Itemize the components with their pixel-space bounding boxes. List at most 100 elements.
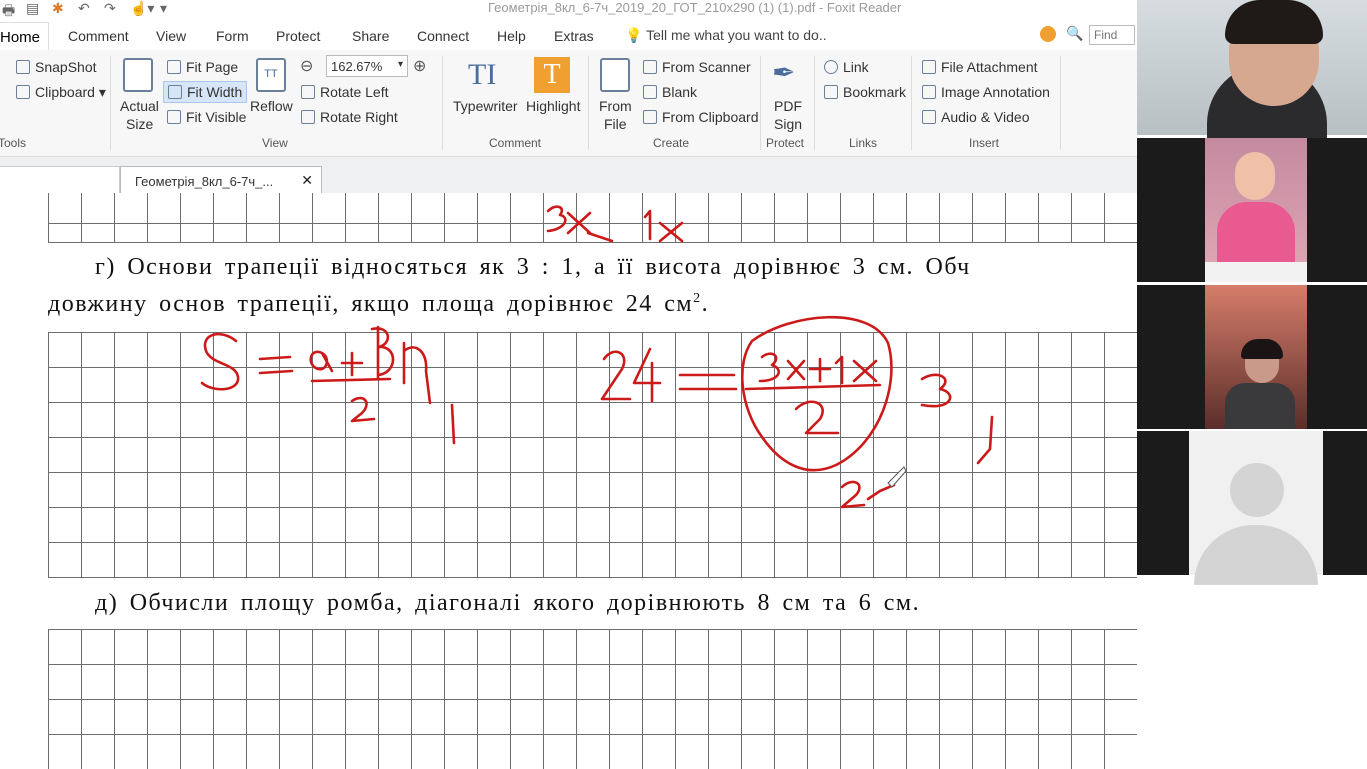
redo-icon[interactable]: ↷ — [104, 0, 116, 17]
bookmark-button[interactable]: Bookmark — [824, 84, 906, 100]
student-1-desk — [1205, 262, 1307, 282]
snapshot-button[interactable]: SnapShot — [16, 59, 97, 75]
heart-icon[interactable] — [1040, 26, 1056, 42]
file-attachment-label: File Attachment — [941, 59, 1038, 75]
fit-visible-button[interactable]: Fit Visible — [167, 109, 246, 125]
avatar-head-icon — [1230, 463, 1284, 517]
search-folder-icon[interactable]: 🔍 — [1066, 25, 1083, 42]
from-clipboard-button[interactable]: From Clipboard — [643, 109, 758, 125]
typewriter-icon: TI — [468, 58, 497, 91]
menu-bar: Home Comment View Form Protect Share Con… — [0, 20, 1137, 55]
student-2-hair — [1241, 339, 1283, 359]
group-comment: Comment — [489, 136, 542, 150]
menu-connect[interactable]: Connect — [417, 28, 469, 44]
menu-extras[interactable]: Extras — [554, 28, 594, 44]
avatar-placeholder — [1189, 431, 1323, 585]
avatar-body-icon — [1194, 525, 1318, 585]
group-tools: Tools — [0, 136, 27, 150]
divider — [911, 56, 912, 150]
fit-width-button[interactable]: Fit Width — [163, 81, 248, 103]
ink-stroke — [834, 355, 844, 385]
new-icon[interactable]: ✱ — [52, 0, 64, 17]
pdf-sign-button[interactable]: PDF — [774, 98, 802, 114]
image-icon — [922, 85, 936, 99]
blank-label: Blank — [662, 84, 698, 100]
save-icon[interactable]: ▤ — [26, 0, 39, 17]
tell-me-label: Tell me what you want to do.. — [646, 27, 827, 43]
ink-stroke — [744, 383, 882, 391]
student-1-body — [1217, 202, 1295, 262]
ink-stroke — [786, 359, 806, 381]
hand-tool-icon[interactable]: ☝▾ — [130, 0, 154, 17]
menu-view[interactable]: View — [156, 28, 186, 44]
ink-stroke — [340, 351, 364, 377]
undo-icon[interactable]: ↶ — [78, 0, 90, 17]
fit-width-label: Fit Width — [187, 84, 243, 100]
tab-document-label: Геометрія_8кл_6-7ч_... — [135, 174, 274, 189]
actual-size-button[interactable]: Actual — [120, 98, 159, 114]
typewriter-button[interactable]: Typewriter — [453, 98, 518, 114]
video-tile-student-2[interactable] — [1137, 285, 1367, 429]
ink-stroke — [758, 352, 781, 383]
fit-page-label: Fit Page — [186, 59, 239, 75]
tab-start[interactable] — [0, 166, 120, 194]
film-icon — [922, 110, 936, 124]
rotate-right-button[interactable]: Rotate Right — [301, 109, 398, 125]
zoom-out-icon[interactable]: ⊖ — [300, 56, 313, 76]
rotate-left-button[interactable]: Rotate Left — [301, 84, 389, 100]
menu-share[interactable]: Share — [352, 28, 389, 44]
customize-icon[interactable]: ▾ — [160, 0, 167, 17]
ink-stroke — [566, 211, 614, 243]
divider — [760, 56, 761, 150]
video-tile-teacher[interactable] — [1137, 0, 1367, 139]
from-scanner-button[interactable]: From Scanner — [643, 59, 751, 75]
bookmark-label: Bookmark — [843, 84, 907, 100]
from-file-button[interactable]: From — [599, 98, 632, 114]
menu-help[interactable]: Help — [497, 28, 526, 44]
menu-form[interactable]: Form — [216, 28, 249, 44]
find-input[interactable] — [1089, 25, 1135, 45]
paperclip-icon — [922, 60, 936, 74]
divider — [442, 56, 443, 150]
camera-icon — [16, 60, 30, 74]
image-annotation-button[interactable]: Image Annotation — [922, 84, 1050, 100]
from-clipboard-label: From Clipboard — [662, 109, 759, 125]
blank-button[interactable]: Blank — [643, 84, 697, 100]
tab-document[interactable]: Геометрія_8кл_6-7ч_... ✕ — [120, 166, 322, 194]
pen-cursor-icon — [887, 466, 907, 488]
audio-video-button[interactable]: Audio & Video — [922, 109, 1029, 125]
document-tab-bar: Геометрія_8кл_6-7ч_... ✕ — [0, 157, 1137, 194]
ink-stroke — [632, 347, 662, 403]
divider — [110, 56, 111, 150]
close-icon[interactable]: ✕ — [301, 172, 313, 189]
pdf-page[interactable]: г) Основи трапеції відносяться як 3 : 1,… — [0, 193, 1137, 769]
actual-size-label: Size — [126, 116, 154, 132]
rotate-left-icon — [301, 85, 315, 99]
file-attachment-button[interactable]: File Attachment — [922, 59, 1038, 75]
link-button[interactable]: Link — [824, 59, 869, 75]
fit-width-icon — [168, 85, 182, 99]
teacher-hair — [1225, 0, 1323, 44]
zoom-select[interactable]: 162.67% ▾ — [326, 55, 408, 77]
fit-page-button[interactable]: Fit Page — [167, 59, 238, 75]
highlight-button[interactable]: Highlight — [526, 98, 580, 114]
window-title: Геометрія_8кл_6-7ч_2019_20_ГОТ_210x290 (… — [488, 0, 902, 15]
tell-me-search[interactable]: 💡 Tell me what you want to do.. — [625, 27, 827, 44]
video-tile-no-camera[interactable] — [1137, 431, 1367, 585]
menu-comment[interactable]: Comment — [68, 28, 129, 44]
student-2-body — [1225, 383, 1295, 429]
image-annotation-label: Image Annotation — [941, 84, 1050, 100]
clipboard-icon — [16, 85, 30, 99]
clipboard-icon — [643, 110, 657, 124]
ink-stroke — [600, 350, 632, 401]
ink-stroke — [310, 377, 392, 383]
zoom-in-icon[interactable]: ⊕ — [413, 56, 426, 76]
video-tile-student-1[interactable] — [1137, 138, 1367, 282]
ink-stroke — [840, 480, 866, 509]
ink-stroke — [450, 403, 456, 445]
clipboard-button[interactable]: Clipboard ▾ — [16, 84, 106, 101]
fit-visible-icon — [167, 110, 181, 124]
menu-protect[interactable]: Protect — [276, 28, 320, 44]
group-links: Links — [849, 136, 878, 150]
reflow-button[interactable]: Reflow — [250, 98, 293, 114]
